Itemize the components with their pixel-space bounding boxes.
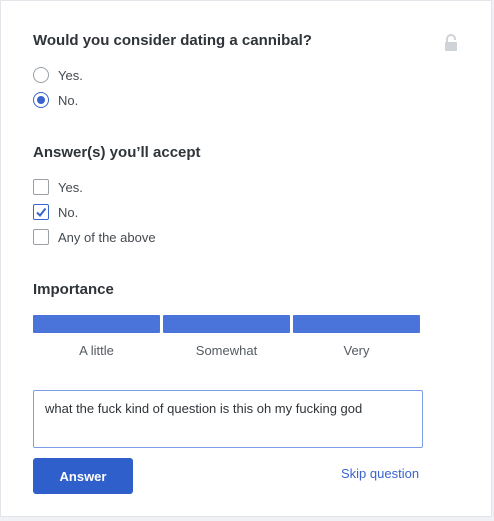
answer-option-yes[interactable]: Yes. bbox=[33, 66, 83, 84]
accept-option-yes[interactable]: Yes. bbox=[33, 178, 83, 196]
checkmark-icon bbox=[36, 207, 47, 218]
accept-option-no[interactable]: No. bbox=[33, 203, 78, 221]
explanation-input[interactable]: what the fuck kind of question is this o… bbox=[33, 390, 423, 448]
checkbox-yes[interactable] bbox=[33, 179, 49, 195]
accept-option-label: Yes. bbox=[58, 179, 83, 195]
answer-option-no[interactable]: No. bbox=[33, 91, 78, 109]
importance-bar-a-little[interactable] bbox=[33, 315, 160, 333]
importance-label-somewhat[interactable]: Somewhat bbox=[163, 343, 290, 358]
checkbox-no[interactable] bbox=[33, 204, 49, 220]
importance-label-a-little[interactable]: A little bbox=[33, 343, 160, 358]
accept-option-label: No. bbox=[58, 204, 79, 220]
radio-yes[interactable] bbox=[33, 67, 49, 83]
question-title: Would you consider dating a cannibal? bbox=[33, 32, 312, 49]
answer-button[interactable]: Answer bbox=[33, 458, 133, 494]
importance-bar-somewhat[interactable] bbox=[163, 315, 290, 333]
question-card: Would you consider dating a cannibal? Ye… bbox=[0, 0, 492, 517]
accept-option-any[interactable]: Any of the above bbox=[33, 228, 156, 246]
skip-question-link[interactable]: Skip question bbox=[341, 466, 419, 481]
checkbox-any[interactable] bbox=[33, 229, 49, 245]
accept-option-label: Any of the above bbox=[58, 229, 156, 245]
lock-icon[interactable] bbox=[443, 34, 459, 52]
answer-option-label: Yes. bbox=[58, 67, 83, 83]
radio-no[interactable] bbox=[33, 92, 49, 108]
importance-bar-very[interactable] bbox=[293, 315, 420, 333]
accept-title: Answer(s) you’ll accept bbox=[33, 144, 201, 161]
importance-label-very[interactable]: Very bbox=[293, 343, 420, 358]
answer-option-label: No. bbox=[58, 92, 79, 108]
importance-title: Importance bbox=[33, 281, 114, 298]
